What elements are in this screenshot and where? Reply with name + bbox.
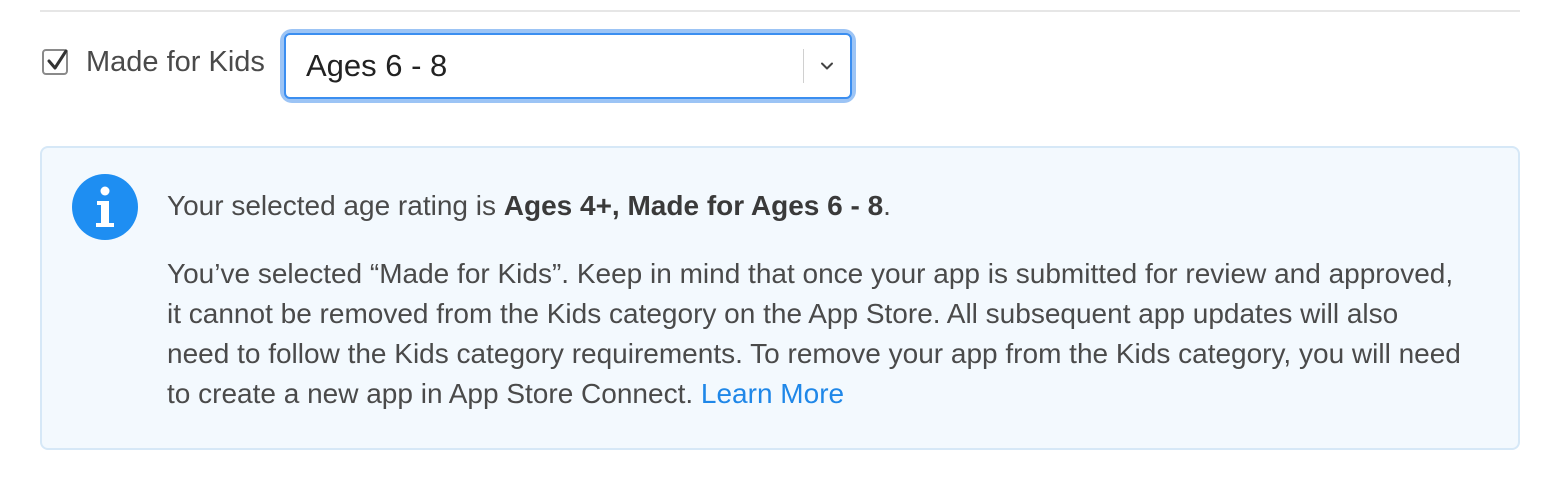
- age-range-select-focus-ring: Ages 6 - 8: [284, 33, 852, 99]
- made-for-kids-notice: You’ve selected “Made for Kids”. Keep in…: [167, 254, 1467, 414]
- age-range-selected-value: Ages 6 - 8: [306, 48, 448, 83]
- age-rating-info-box: Your selected age rating is Ages 4+, Mad…: [40, 146, 1520, 450]
- info-icon: [72, 174, 138, 240]
- section-divider: [40, 10, 1520, 12]
- checkmark-icon: [47, 49, 68, 70]
- age-range-select[interactable]: Ages 6 - 8: [284, 33, 852, 99]
- info-text: Your selected age rating is Ages 4+, Mad…: [167, 186, 1467, 414]
- made-for-kids-label[interactable]: Made for Kids: [86, 46, 265, 79]
- made-for-kids-row: Made for Kids: [42, 34, 265, 100]
- rating-prefix: Your selected age rating is: [167, 190, 504, 221]
- made-for-kids-checkbox[interactable]: [42, 49, 68, 75]
- chevron-down-icon[interactable]: [804, 61, 850, 71]
- age-rating-summary: Your selected age rating is Ages 4+, Mad…: [167, 186, 1467, 226]
- rating-suffix: .: [883, 190, 891, 221]
- learn-more-link[interactable]: Learn More: [701, 378, 844, 409]
- rating-value: Ages 4+, Made for Ages 6 - 8: [503, 190, 884, 221]
